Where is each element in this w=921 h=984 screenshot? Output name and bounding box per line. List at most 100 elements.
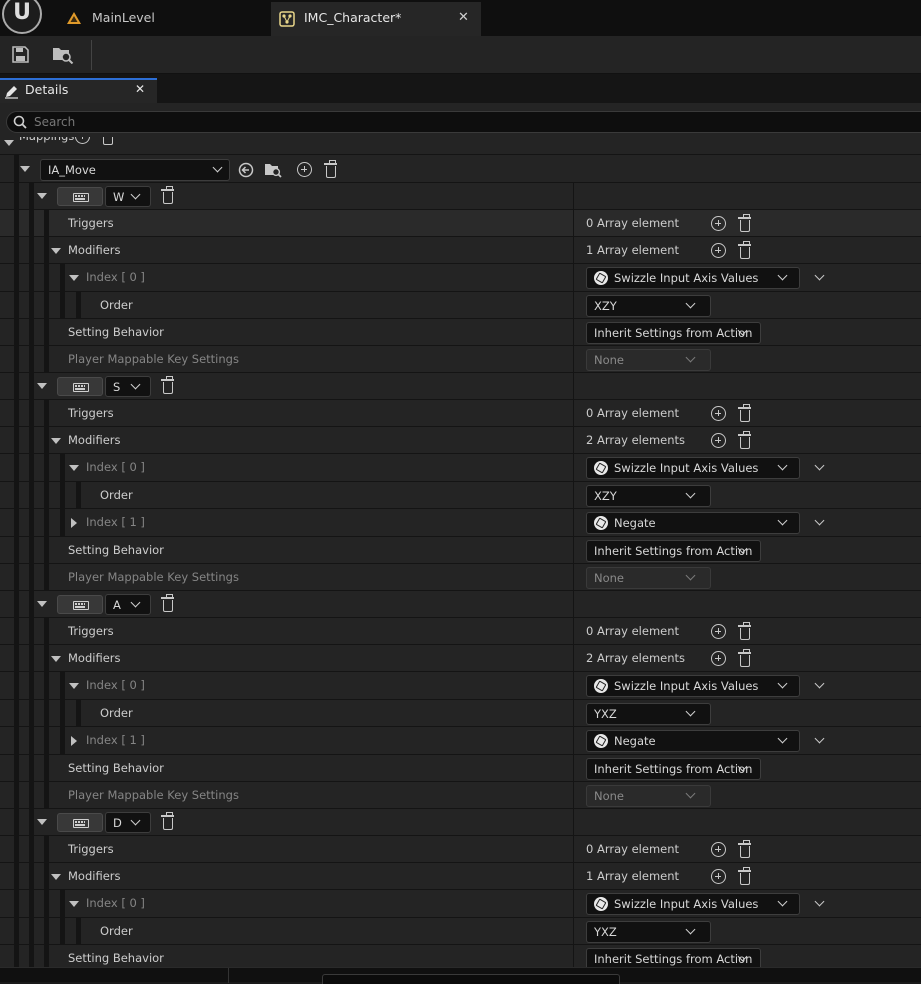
search-input[interactable]: Search <box>6 111 921 133</box>
input-action-select[interactable]: IA_Move <box>40 159 230 181</box>
collapse-arrow-icon[interactable] <box>51 248 61 254</box>
chevron-down-icon[interactable] <box>814 515 825 526</box>
player-mappable-select[interactable]: None <box>586 567 711 589</box>
order-row[interactable]: Order YXZ <box>0 700 921 727</box>
browse-asset-icon[interactable] <box>264 162 282 178</box>
add-modifier-icon[interactable] <box>711 869 726 884</box>
add-modifier-icon[interactable] <box>711 243 726 258</box>
modifier-class-select[interactable]: Swizzle Input Axis Values <box>586 675 800 697</box>
collapse-arrow-icon[interactable] <box>69 465 79 471</box>
collapse-arrow-icon[interactable] <box>37 193 47 199</box>
close-icon[interactable]: ✕ <box>458 2 469 34</box>
key-mapping-row[interactable]: S <box>0 373 921 400</box>
clear-triggers-icon[interactable] <box>738 214 751 232</box>
order-row[interactable]: Order XZY <box>0 292 921 319</box>
setting-behavior-row[interactable]: Setting Behavior Inherit Settings from Ac… <box>0 319 921 346</box>
add-key-mapping-icon[interactable] <box>297 162 312 177</box>
order-select[interactable]: XZY <box>586 295 711 317</box>
triggers-row[interactable]: Triggers 0 Array element <box>0 618 921 645</box>
triggers-row[interactable]: Triggers 0 Array element <box>0 836 921 863</box>
collapse-arrow-icon[interactable] <box>37 383 47 389</box>
key-selector[interactable]: S <box>105 376 151 397</box>
modifiers-row[interactable]: Modifiers 1 Array element <box>0 863 921 890</box>
player-mappable-row[interactable]: Player Mappable Key Settings None <box>0 564 921 591</box>
order-select[interactable]: XZY <box>586 485 711 507</box>
tab-main-level[interactable]: MainLevel <box>60 2 270 36</box>
collapse-arrow-icon[interactable] <box>69 901 79 907</box>
modifier-index-row[interactable]: Index [ 0 ] Swizzle Input Axis Values <box>0 264 921 292</box>
clear-modifiers-icon[interactable] <box>738 431 751 449</box>
console-input[interactable] <box>322 974 620 984</box>
order-row[interactable]: Order XZY <box>0 482 921 509</box>
order-select[interactable]: YXZ <box>586 921 711 943</box>
modifier-class-select[interactable]: Swizzle Input Axis Values <box>586 457 800 479</box>
collapse-arrow-icon[interactable] <box>20 166 30 172</box>
modifier-class-select[interactable]: Swizzle Input Axis Values <box>586 267 800 289</box>
clear-triggers-icon[interactable] <box>738 404 751 422</box>
order-row[interactable]: Order YXZ <box>0 918 921 945</box>
clear-modifiers-icon[interactable] <box>738 649 751 667</box>
player-mappable-row[interactable]: Player Mappable Key Settings None <box>0 782 921 809</box>
player-mappable-select[interactable]: None <box>586 349 711 371</box>
unreal-logo[interactable]: U <box>2 0 42 34</box>
modifier-index-row[interactable]: Index [ 0 ] Swizzle Input Axis Values <box>0 454 921 482</box>
delete-key-icon[interactable] <box>161 594 174 612</box>
keyboard-icon[interactable] <box>57 377 103 396</box>
add-mapping-icon[interactable] <box>75 137 90 144</box>
delete-key-icon[interactable] <box>161 812 174 830</box>
triggers-row[interactable]: Triggers 0 Array element <box>0 400 921 427</box>
setting-behavior-select[interactable]: Inherit Settings from Action <box>586 758 761 780</box>
key-selector[interactable]: D <box>105 812 151 833</box>
chevron-down-icon[interactable] <box>814 733 825 744</box>
delete-action-icon[interactable] <box>324 160 337 178</box>
clear-modifiers-icon[interactable] <box>738 241 751 259</box>
key-mapping-row[interactable]: W <box>0 183 921 210</box>
collapse-arrow-icon[interactable] <box>51 438 61 444</box>
modifier-class-select[interactable]: Negate <box>586 512 800 534</box>
mappings-header[interactable]: Mappings <box>0 137 921 155</box>
keyboard-icon[interactable] <box>57 595 103 614</box>
modifier-index-row[interactable]: Index [ 1 ] Negate <box>0 509 921 537</box>
modifier-class-select[interactable]: Swizzle Input Axis Values <box>586 893 800 915</box>
player-mappable-select[interactable]: None <box>586 785 711 807</box>
add-modifier-icon[interactable] <box>711 433 726 448</box>
setting-behavior-select[interactable]: Inherit Settings from Action <box>586 948 761 967</box>
tab-imc-character[interactable]: IMC_Character* ✕ <box>271 2 481 36</box>
clear-triggers-icon[interactable] <box>738 622 751 640</box>
clear-modifiers-icon[interactable] <box>738 867 751 885</box>
collapse-arrow-icon[interactable] <box>4 140 14 146</box>
key-selector[interactable]: A <box>105 594 151 615</box>
setting-behavior-select[interactable]: Inherit Settings from Action <box>586 540 761 562</box>
add-trigger-icon[interactable] <box>711 216 726 231</box>
chevron-down-icon[interactable] <box>814 896 825 907</box>
chevron-down-icon[interactable] <box>814 270 825 281</box>
collapse-arrow-icon[interactable] <box>37 819 47 825</box>
tab-details[interactable]: Details ✕ <box>0 78 157 103</box>
expand-arrow-icon[interactable] <box>71 518 77 528</box>
collapse-arrow-icon[interactable] <box>37 601 47 607</box>
keyboard-icon[interactable] <box>57 813 103 832</box>
delete-key-icon[interactable] <box>161 376 174 394</box>
setting-behavior-row[interactable]: Setting Behavior Inherit Settings from Ac… <box>0 537 921 564</box>
setting-behavior-select[interactable]: Inherit Settings from Action <box>586 322 761 344</box>
modifiers-row[interactable]: Modifiers 1 Array element <box>0 237 921 264</box>
add-trigger-icon[interactable] <box>711 624 726 639</box>
modifier-class-select[interactable]: Negate <box>586 730 800 752</box>
modifier-index-row[interactable]: Index [ 1 ] Negate <box>0 727 921 755</box>
add-trigger-icon[interactable] <box>711 406 726 421</box>
modifier-index-row[interactable]: Index [ 0 ] Swizzle Input Axis Values <box>0 672 921 700</box>
collapse-arrow-icon[interactable] <box>69 275 79 281</box>
setting-behavior-row[interactable]: Setting Behavior Inherit Settings from Ac… <box>0 945 921 967</box>
modifiers-row[interactable]: Modifiers 2 Array elements <box>0 427 921 454</box>
delete-key-icon[interactable] <box>161 186 174 204</box>
close-icon[interactable]: ✕ <box>135 82 145 96</box>
modifier-index-row[interactable]: Index [ 0 ] Swizzle Input Axis Values <box>0 890 921 918</box>
keyboard-icon[interactable] <box>57 187 103 206</box>
chevron-down-icon[interactable] <box>814 678 825 689</box>
chevron-down-icon[interactable] <box>814 460 825 471</box>
remove-all-icon[interactable] <box>103 137 113 145</box>
add-trigger-icon[interactable] <box>711 842 726 857</box>
order-select[interactable]: YXZ <box>586 703 711 725</box>
key-mapping-row[interactable]: A <box>0 591 921 618</box>
key-mapping-row[interactable]: D <box>0 809 921 836</box>
